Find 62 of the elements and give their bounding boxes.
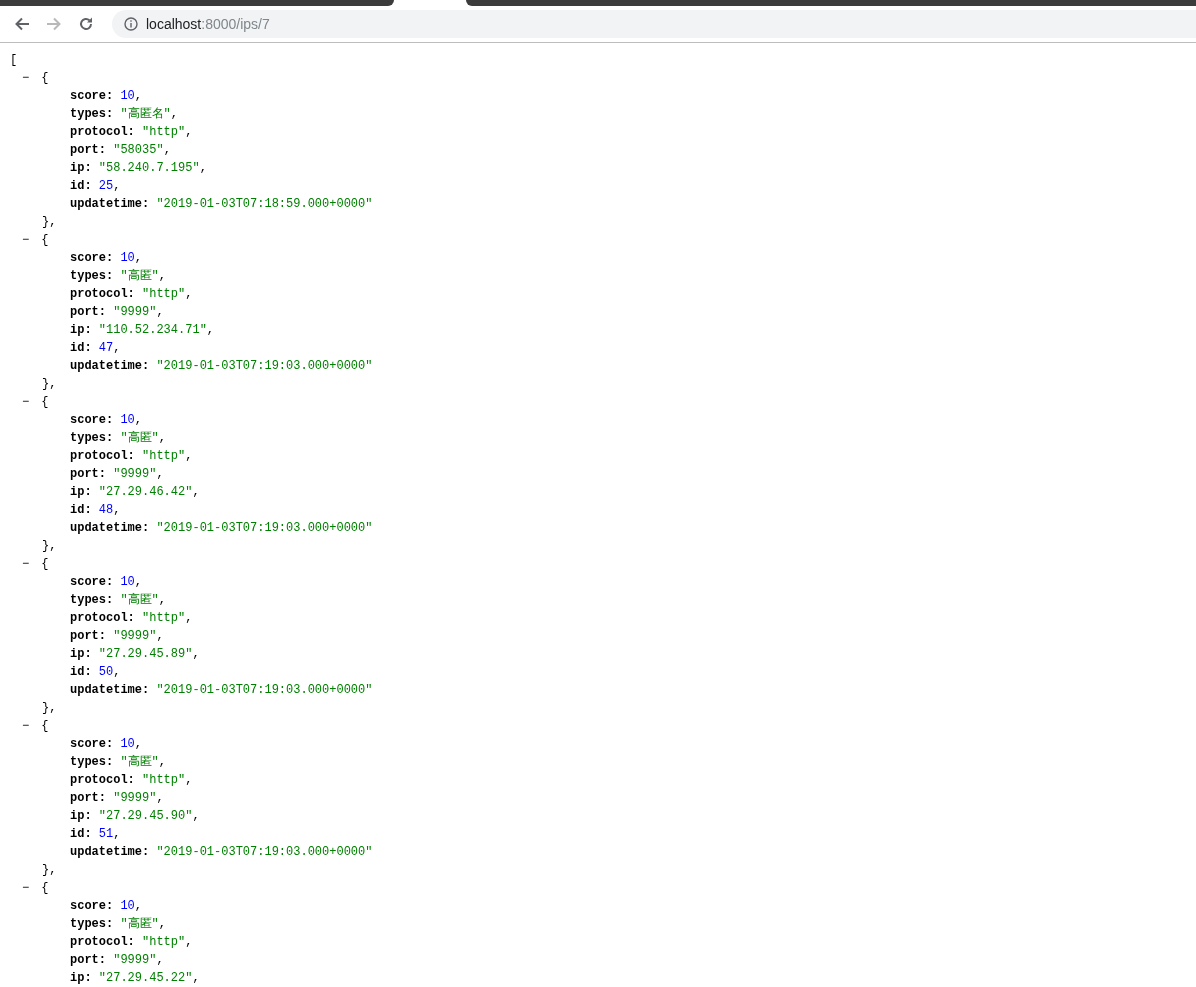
json-field: protocol: "http", — [70, 935, 193, 949]
json-field: ip: "27.29.45.89", — [70, 647, 200, 661]
json-field: id: 50, — [70, 665, 121, 679]
json-field: score: 10, — [70, 251, 143, 265]
brace: { — [41, 557, 49, 571]
json-field: id: 47, — [70, 341, 121, 355]
json-field: types: "高匿", — [70, 755, 167, 769]
json-field: types: "高匿", — [70, 917, 167, 931]
json-field: protocol: "http", — [70, 449, 193, 463]
json-field: port: "58035", — [70, 143, 171, 157]
json-field: types: "高匿名", — [70, 107, 179, 121]
json-field: score: 10, — [70, 899, 143, 913]
brace: }, — [42, 215, 57, 229]
json-field: updatetime: "2019-01-03T07:18:59.000+0000" — [70, 197, 373, 211]
address-bar[interactable]: localhost:8000/ips/7 — [112, 10, 1196, 38]
brace: }, — [42, 701, 57, 715]
collapse-toggle[interactable]: − — [22, 557, 30, 571]
brace: }, — [42, 377, 57, 391]
brace: { — [41, 881, 49, 895]
json-field: score: 10, — [70, 89, 143, 103]
json-field: ip: "27.29.46.42", — [70, 485, 200, 499]
json-field: types: "高匿", — [70, 593, 167, 607]
json-field: port: "9999", — [70, 467, 164, 481]
json-field: ip: "27.29.45.22", — [70, 971, 200, 985]
json-field: updatetime: "2019-01-03T07:19:03.000+0000" — [70, 359, 373, 373]
brace: { — [41, 395, 49, 409]
json-field: ip: "27.29.45.90", — [70, 809, 200, 823]
json-field: id: 51, — [70, 827, 121, 841]
brace: { — [41, 71, 49, 85]
json-field: protocol: "http", — [70, 125, 193, 139]
brace: }, — [42, 539, 57, 553]
json-field: port: "9999", — [70, 305, 164, 319]
brace: { — [41, 233, 49, 247]
bracket: [ — [10, 53, 18, 67]
json-field: port: "9999", — [70, 953, 164, 967]
json-field: protocol: "http", — [70, 773, 193, 787]
json-field: updatetime: "2019-01-03T07:19:03.000+0000" — [70, 683, 373, 697]
json-field: id: 25, — [70, 179, 121, 193]
reload-icon[interactable] — [78, 16, 94, 32]
json-field: updatetime: "2019-01-03T07:19:03.000+0000" — [70, 521, 373, 535]
info-icon[interactable] — [124, 17, 138, 31]
json-field: protocol: "http", — [70, 287, 193, 301]
json-field: ip: "58.240.7.195", — [70, 161, 207, 175]
collapse-toggle[interactable]: − — [22, 881, 30, 895]
collapse-toggle[interactable]: − — [22, 71, 30, 85]
json-field: port: "9999", — [70, 791, 164, 805]
collapse-toggle[interactable]: − — [22, 395, 30, 409]
json-field: id: 48, — [70, 503, 121, 517]
collapse-toggle[interactable]: − — [22, 719, 30, 733]
json-field: port: "9999", — [70, 629, 164, 643]
json-field: score: 10, — [70, 413, 143, 427]
json-field: types: "高匿", — [70, 269, 167, 283]
json-field: types: "高匿", — [70, 431, 167, 445]
json-field: score: 10, — [70, 737, 143, 751]
collapse-toggle[interactable]: − — [22, 233, 30, 247]
back-arrow-icon[interactable] — [14, 16, 30, 32]
json-field: ip: "110.52.234.71", — [70, 323, 215, 337]
json-field: protocol: "http", — [70, 611, 193, 625]
json-field: updatetime: "2019-01-03T07:19:03.000+0000" — [70, 845, 373, 859]
brace: }, — [42, 863, 57, 877]
json-field: score: 10, — [70, 575, 143, 589]
brace: { — [41, 719, 49, 733]
